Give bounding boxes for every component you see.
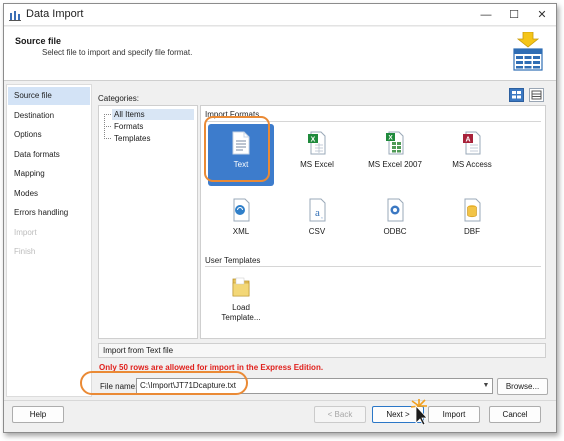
load-template-line1: Load — [232, 303, 250, 312]
page-description: Select file to import and specify file f… — [42, 48, 193, 57]
sidebar-item-mapping[interactable]: Mapping — [8, 165, 90, 183]
back-button: < Back — [314, 406, 366, 423]
excel-2007-file-icon: X — [386, 131, 404, 155]
format-label: MS Excel 2007 — [368, 160, 422, 169]
list-view-button[interactable] — [529, 88, 544, 102]
format-dbf[interactable]: DBF — [439, 191, 505, 253]
data-import-window: Data Import — ☐ ✕ Source file Select fil… — [3, 3, 557, 433]
load-template[interactable]: Load Template... — [208, 267, 274, 339]
file-name-input[interactable]: C:\Import\JT71Dcapture.txt — [136, 378, 493, 394]
format-ms-excel-2007[interactable]: X MS Excel 2007 — [362, 124, 428, 186]
cancel-button[interactable]: Cancel — [489, 406, 541, 423]
large-icons-icon — [512, 91, 521, 99]
excel-file-icon: X — [308, 131, 326, 155]
format-csv[interactable]: a , CSV — [284, 191, 350, 253]
tree-connector — [104, 138, 111, 139]
format-ms-access[interactable]: A MS Access — [439, 124, 505, 186]
large-icons-view-button[interactable] — [509, 88, 524, 102]
format-label: MS Excel — [300, 160, 334, 169]
dbf-file-icon — [464, 198, 481, 222]
tree-connector — [104, 126, 111, 127]
sidebar-item-errors-handling[interactable]: Errors handling — [8, 204, 90, 222]
sidebar-item-data-formats[interactable]: Data formats — [8, 146, 90, 164]
format-xml[interactable]: XML — [208, 191, 274, 253]
xml-file-icon — [233, 198, 250, 222]
format-label: DBF — [464, 227, 480, 236]
categories-tree: All Items Formats Templates — [98, 105, 198, 339]
svg-text:X: X — [311, 137, 316, 144]
load-template-label: Load Template... — [208, 303, 274, 323]
tree-item-all-items[interactable]: All Items — [112, 109, 194, 120]
sidebar-item-finish: Finish — [14, 247, 36, 256]
tree-item-formats[interactable]: Formats — [112, 121, 145, 132]
close-button[interactable]: ✕ — [528, 4, 556, 26]
format-description-bar: Import from Text file — [98, 343, 546, 358]
format-odbc[interactable]: ODBC — [362, 191, 428, 253]
footer-divider — [4, 400, 556, 401]
wizard-steps-sidebar: Source file Destination Options Data for… — [6, 84, 92, 397]
main-panel: Categories: All Items Formats Templates … — [94, 84, 554, 397]
browse-button[interactable]: Browse... — [497, 378, 548, 395]
tree-item-templates[interactable]: Templates — [112, 133, 152, 144]
text-file-icon — [232, 131, 250, 155]
access-file-icon: A — [463, 131, 481, 155]
format-label: MS Access — [452, 160, 492, 169]
odbc-file-icon — [387, 198, 404, 222]
list-view-icon — [531, 90, 542, 100]
sidebar-item-source-file[interactable]: Source file — [8, 87, 90, 105]
tree-connector — [104, 114, 111, 115]
minimize-button[interactable]: — — [472, 4, 500, 26]
formats-panel: Import Formats Text X MS Excel X MS Exce… — [200, 105, 546, 339]
import-button[interactable]: Import — [428, 406, 480, 423]
format-label: CSV — [308, 227, 326, 236]
format-ms-excel[interactable]: X MS Excel — [284, 124, 350, 186]
sidebar-item-modes[interactable]: Modes — [8, 185, 90, 203]
data-import-app-icon — [9, 11, 21, 21]
page-title: Source file — [15, 36, 62, 46]
chevron-down-icon[interactable]: ▼ — [480, 379, 492, 393]
title-bar: Data Import — ☐ ✕ — [4, 4, 556, 26]
window-title: Data Import — [26, 8, 84, 20]
sidebar-item-import: Import — [14, 228, 37, 237]
express-edition-warning: Only 50 rows are allowed for import in t… — [99, 363, 324, 372]
wizard-header: Source file Select file to import and sp… — [4, 27, 556, 81]
help-button[interactable]: Help — [12, 406, 64, 423]
folder-icon — [232, 277, 250, 297]
categories-label: Categories: — [98, 94, 139, 103]
format-label: XML — [232, 227, 250, 236]
svg-text:a: a — [315, 207, 320, 219]
sidebar-item-options[interactable]: Options — [8, 126, 90, 144]
csv-file-icon: a , — [309, 198, 326, 222]
user-templates-title: User Templates — [205, 256, 261, 265]
format-label: Text — [233, 160, 249, 169]
svg-text:X: X — [388, 135, 393, 142]
mouse-cursor-icon — [410, 399, 428, 426]
sidebar-item-destination[interactable]: Destination — [8, 107, 90, 125]
format-label: ODBC — [383, 227, 407, 236]
svg-text:A: A — [465, 137, 470, 144]
import-formats-title: Import Formats — [205, 110, 260, 119]
section-divider — [205, 121, 541, 122]
maximize-button[interactable]: ☐ — [500, 4, 528, 26]
load-template-line2: Template... — [221, 313, 261, 322]
import-table-icon — [513, 32, 543, 71]
file-name-label: File name: — [100, 382, 138, 391]
format-text[interactable]: Text — [208, 124, 274, 186]
